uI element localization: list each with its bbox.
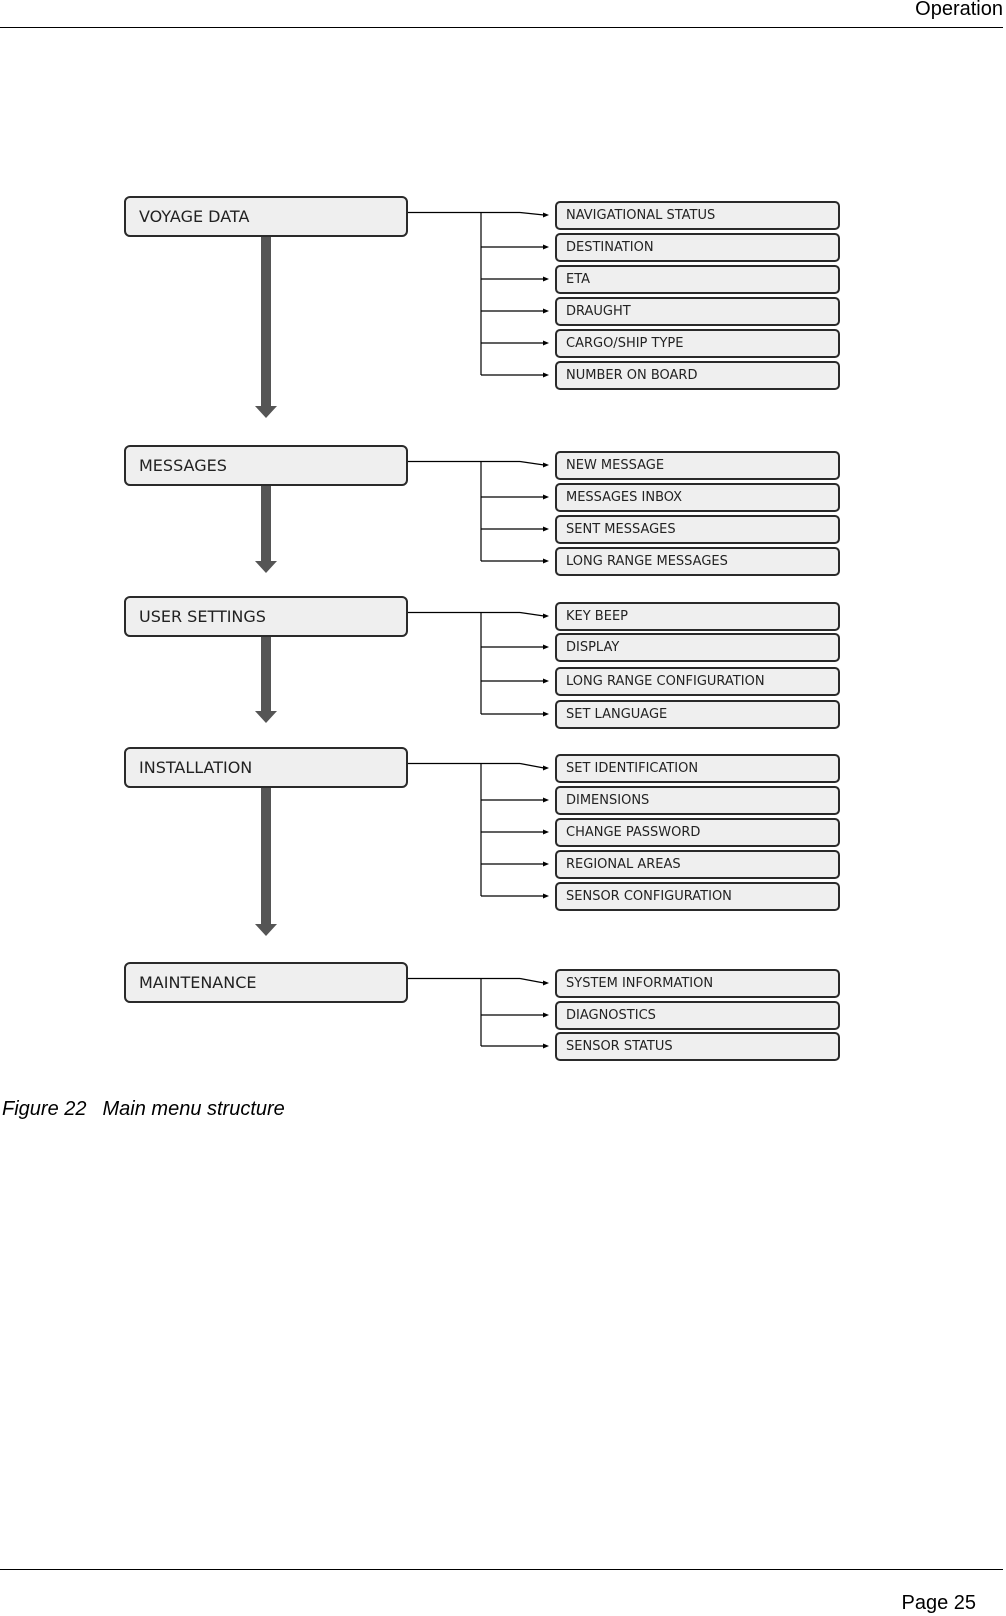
flow-arrow-head-icon: [255, 711, 277, 723]
submenu-item-display: DISPLAY: [555, 633, 840, 662]
submenu-item-sent-messages: SENT MESSAGES: [555, 515, 840, 544]
figure-caption-text: Main menu structure: [102, 1098, 285, 1120]
connector-arrowhead-icon: [543, 829, 549, 835]
connector-arrowhead-icon: [543, 1043, 549, 1049]
flow-arrow-shaft: [261, 486, 271, 561]
flow-arrow-head-icon: [255, 561, 277, 573]
submenu-item-key-beep: KEY BEEP: [555, 602, 840, 631]
submenu-item-navigational-status: NAVIGATIONAL STATUS: [555, 201, 840, 230]
submenu-item-eta: ETA: [555, 265, 840, 294]
submenu-item-change-password: CHANGE PASSWORD: [555, 818, 840, 847]
flow-arrow-head-icon: [255, 924, 277, 936]
connector-arrowhead-icon: [543, 558, 549, 564]
connector-arrowhead-icon: [543, 797, 549, 803]
connector-arrowhead-icon: [543, 244, 549, 250]
figure-number: Figure 22: [2, 1098, 87, 1120]
connector-arrowhead-icon: [543, 462, 549, 468]
connector-arrowhead-icon: [543, 678, 549, 684]
submenu-item-set-identification: SET IDENTIFICATION: [555, 754, 840, 783]
menu-box-voyage-data: VOYAGE DATA: [124, 196, 408, 237]
connector-arrowhead-icon: [543, 893, 549, 899]
menu-box-installation: INSTALLATION: [124, 747, 408, 788]
connector-arrowhead-icon: [543, 644, 549, 650]
connector-arrowhead-icon: [543, 861, 549, 867]
connector-arrowhead-icon: [543, 494, 549, 500]
connector-arrowhead-icon: [543, 308, 549, 314]
flow-arrow-head-icon: [255, 406, 277, 418]
footer-divider: [0, 1569, 1003, 1570]
connector-arrowhead-icon: [543, 613, 549, 619]
submenu-item-system-information: SYSTEM INFORMATION: [555, 969, 840, 998]
submenu-item-number-on-board: NUMBER ON BOARD: [555, 361, 840, 390]
connector-arrowhead-icon: [543, 276, 549, 282]
submenu-item-long-range-messages: LONG RANGE MESSAGES: [555, 547, 840, 576]
submenu-item-set-language: SET LANGUAGE: [555, 700, 840, 729]
flow-arrow-shaft: [261, 637, 271, 711]
submenu-item-regional-areas: REGIONAL AREAS: [555, 850, 840, 879]
connector-layer: [255, 211, 549, 1049]
menu-box-maintenance: MAINTENANCE: [124, 962, 408, 1003]
connector-arrowhead-icon: [543, 1012, 549, 1018]
connector-arrowhead-icon: [543, 980, 549, 986]
connector-arrowhead-icon: [543, 340, 549, 346]
connector-line: [519, 211, 545, 216]
submenu-item-destination: DESTINATION: [555, 233, 840, 262]
flow-arrow-shaft: [261, 237, 271, 406]
submenu-item-messages-inbox: MESSAGES INBOX: [555, 483, 840, 512]
submenu-item-long-range-configuration: LONG RANGE CONFIGURATION: [555, 667, 840, 696]
menu-box-user-settings: USER SETTINGS: [124, 596, 408, 637]
submenu-item-sensor-configuration: SENSOR CONFIGURATION: [555, 882, 840, 911]
connector-arrowhead-icon: [543, 212, 549, 218]
submenu-item-cargo-ship-type: CARGO/SHIP TYPE: [555, 329, 840, 358]
connector-arrowhead-icon: [543, 765, 549, 771]
connector-line: [519, 977, 545, 984]
figure-caption: Figure 22 Main menu structure: [2, 1098, 301, 1121]
menu-box-messages: MESSAGES: [124, 445, 408, 486]
connector-line: [519, 762, 545, 769]
connector-line: [519, 460, 545, 466]
submenu-item-dimensions: DIMENSIONS: [555, 786, 840, 815]
page-number: Page 25: [901, 1592, 976, 1614]
submenu-item-draught: DRAUGHT: [555, 297, 840, 326]
submenu-item-new-message: NEW MESSAGE: [555, 451, 840, 480]
connector-arrowhead-icon: [543, 372, 549, 378]
submenu-item-diagnostics: DIAGNOSTICS: [555, 1001, 840, 1030]
connector-line: [519, 611, 545, 617]
connector-arrowhead-icon: [543, 711, 549, 717]
submenu-item-sensor-status: SENSOR STATUS: [555, 1032, 840, 1061]
connector-arrowhead-icon: [543, 526, 549, 532]
flow-arrow-shaft: [261, 788, 271, 924]
